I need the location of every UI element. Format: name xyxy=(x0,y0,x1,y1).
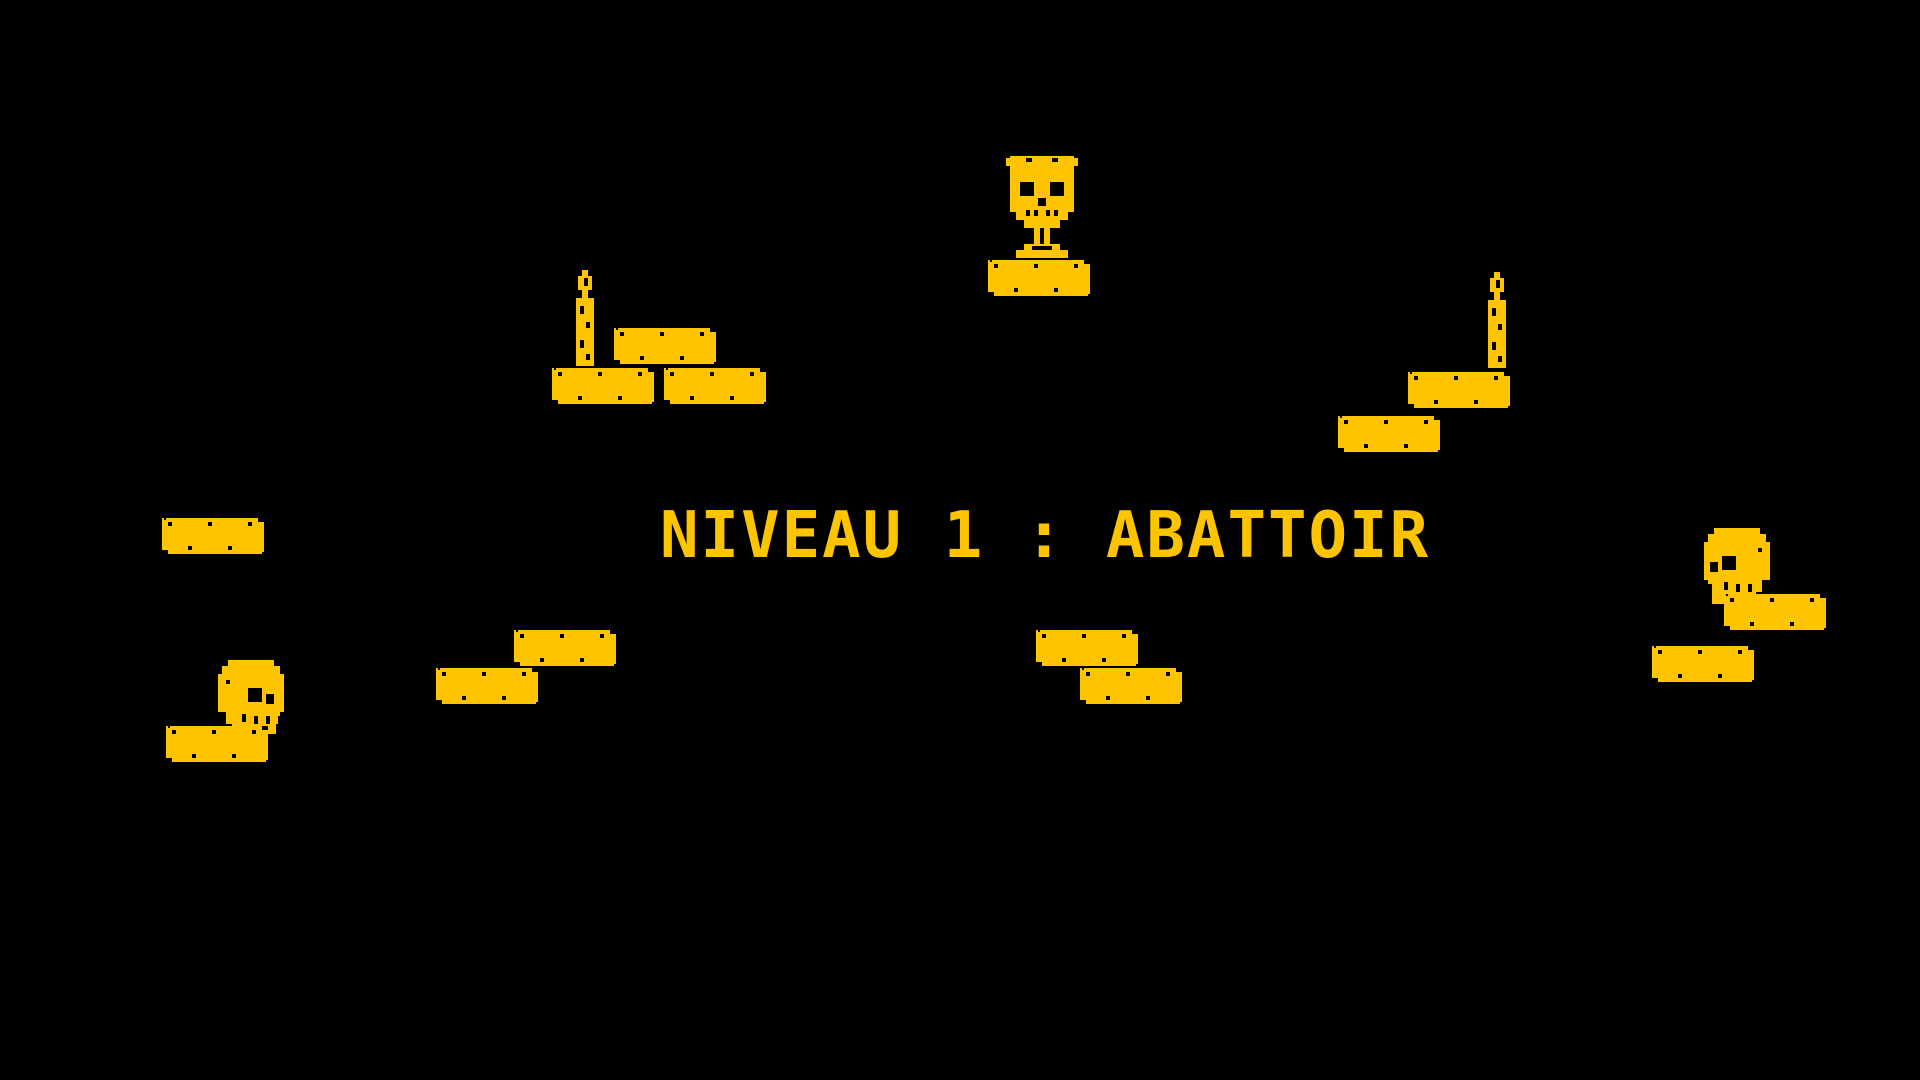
brick-platform xyxy=(552,368,654,404)
candle-icon xyxy=(1488,272,1506,368)
brick-platform xyxy=(1652,646,1754,682)
skull-chalice-icon xyxy=(1004,154,1080,258)
brick-platform xyxy=(1338,416,1440,452)
brick-platform xyxy=(1036,630,1138,666)
brick-platform xyxy=(988,260,1090,296)
brick-platform xyxy=(1724,594,1826,630)
candle-icon xyxy=(576,270,594,366)
brick-platform xyxy=(436,668,538,704)
brick-platform xyxy=(614,328,716,364)
brick-platform xyxy=(162,518,264,554)
brick-platform xyxy=(1080,668,1182,704)
level-title: NIVEAU 1 : ABATTOIR xyxy=(660,499,1431,573)
brick-platform xyxy=(1408,372,1510,408)
game-scene: NIVEAU 1 : ABATTOIR xyxy=(0,0,1920,1080)
brick-platform xyxy=(514,630,616,666)
brick-platform xyxy=(664,368,766,404)
brick-platform xyxy=(166,726,268,762)
